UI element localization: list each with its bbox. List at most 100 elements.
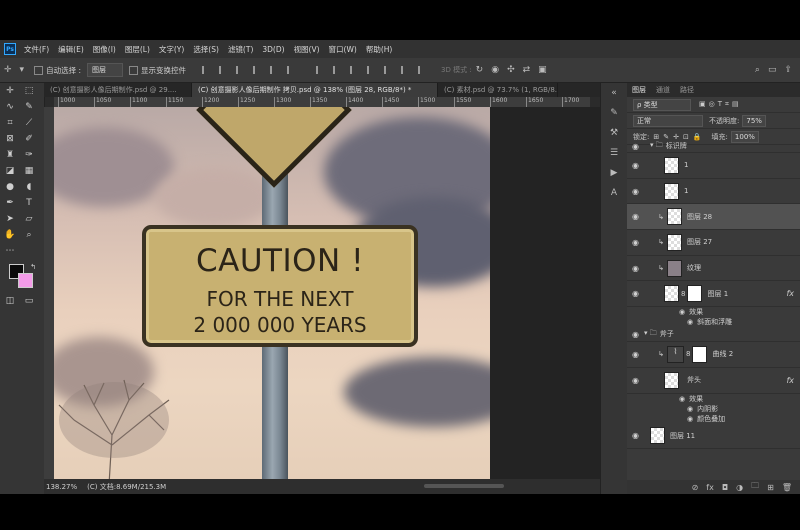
eye-icon[interactable]: ◉: [632, 142, 642, 151]
layer-row[interactable]: ◉ ↳ ⌇ 8 曲线 2: [627, 342, 800, 368]
layer-row-selected[interactable]: ◉ ↳ 图层 28: [627, 204, 800, 231]
screen-mode-icon[interactable]: ▭: [22, 295, 36, 307]
align-vcenter-icon[interactable]: [219, 66, 228, 74]
eye-icon[interactable]: ◉: [632, 161, 642, 170]
fx-icon[interactable]: fx: [786, 376, 794, 385]
tab-layers[interactable]: 图层: [627, 85, 651, 95]
distribute-bottom-icon[interactable]: [350, 66, 359, 74]
eye-icon[interactable]: ◉: [679, 308, 685, 316]
new-layer-icon[interactable]: ⊞: [767, 483, 774, 492]
eye-icon[interactable]: ◉: [632, 431, 642, 440]
history-brush-tool-icon[interactable]: ✑: [22, 149, 36, 161]
distribute-vcenter-icon[interactable]: [333, 66, 342, 74]
layer-row[interactable]: ◉ 1: [627, 179, 800, 205]
auto-align-icon[interactable]: [418, 66, 427, 74]
menu-window[interactable]: 窗口(W): [329, 44, 357, 55]
tab-document-1[interactable]: (C) 创意摄影人像后期制作.psd @ 29....: [44, 83, 192, 97]
menu-edit[interactable]: 编辑(E): [58, 44, 84, 55]
opacity-input[interactable]: 75%: [742, 114, 766, 127]
menu-file[interactable]: 文件(F): [24, 44, 49, 55]
roll-3d-icon[interactable]: ◉: [491, 65, 499, 75]
zoom-tool-icon[interactable]: ⌕: [22, 229, 36, 241]
layer-row[interactable]: ◉ ↳ 纹理: [627, 256, 800, 282]
menu-help[interactable]: 帮助(H): [366, 44, 393, 55]
eraser-tool-icon[interactable]: ◪: [3, 165, 17, 177]
distribute-hcenter-icon[interactable]: [384, 66, 393, 74]
align-left-icon[interactable]: [253, 66, 262, 74]
blend-mode-dropdown[interactable]: 正常: [633, 114, 703, 127]
marquee-tool-icon[interactable]: ⬚: [22, 85, 36, 97]
share-icon[interactable]: ⇪: [784, 65, 792, 75]
layer-filter-dropdown[interactable]: ρ 类型: [633, 98, 691, 111]
distribute-left-icon[interactable]: [367, 66, 376, 74]
dodge-tool-icon[interactable]: ◖: [22, 181, 36, 193]
type-tool-icon[interactable]: T: [22, 197, 36, 209]
move-tool-icon[interactable]: ✛: [3, 85, 17, 97]
filter-icons[interactable]: ▣◎T⌗▤: [699, 100, 742, 109]
hand-tool-icon[interactable]: ✋: [3, 229, 17, 241]
collapse-icon[interactable]: «: [608, 87, 620, 99]
menu-image[interactable]: 图像(I): [93, 44, 116, 55]
adjustment-layer-icon[interactable]: ◑: [736, 483, 743, 492]
eyedropper-tool-icon[interactable]: ⟋: [22, 117, 36, 129]
workspace-icon[interactable]: ▭: [768, 65, 777, 75]
layer-row[interactable]: ◉ 斧头 fx: [627, 368, 800, 394]
eye-icon[interactable]: ◉: [632, 264, 642, 273]
menu-type[interactable]: 文字(Y): [159, 44, 184, 55]
scale-3d-icon[interactable]: ▣: [538, 65, 547, 75]
eye-icon[interactable]: ◉: [632, 187, 642, 196]
shape-tool-icon[interactable]: ▱: [22, 213, 36, 225]
align-top-icon[interactable]: [202, 66, 211, 74]
eye-icon[interactable]: ◉: [632, 376, 642, 385]
slide-3d-icon[interactable]: ⇄: [523, 65, 531, 75]
eye-icon[interactable]: ◉: [687, 415, 693, 423]
layer-row[interactable]: ◉ 1: [627, 153, 800, 179]
layer-row[interactable]: ◉ 图层 11: [627, 424, 800, 450]
horizontal-scrollbar[interactable]: [424, 484, 504, 488]
tab-channels[interactable]: 通道: [651, 85, 675, 95]
eye-icon[interactable]: ◉: [632, 212, 642, 221]
canvas-area[interactable]: CAUTION ! FOR THE NEXT 2 000 000 YEARS: [54, 107, 600, 479]
move-tool-icon[interactable]: ✛: [4, 65, 12, 75]
align-bottom-icon[interactable]: [236, 66, 245, 74]
eye-icon[interactable]: ◉: [632, 330, 642, 339]
lasso-tool-icon[interactable]: ∿: [3, 101, 17, 113]
tab-document-2[interactable]: (C) 创意摄影人像后期制作 拷贝.psd @ 138% (图层 28, RGB…: [192, 83, 438, 97]
orbit-3d-icon[interactable]: ↻: [476, 65, 484, 75]
quick-select-tool-icon[interactable]: ✎: [22, 101, 36, 113]
crop-tool-icon[interactable]: ⌗: [3, 117, 17, 129]
brush-tool-icon[interactable]: ✐: [22, 133, 36, 145]
menu-view[interactable]: 视图(V): [294, 44, 320, 55]
menu-select[interactable]: 选择(S): [193, 44, 219, 55]
search-icon[interactable]: ⌕: [755, 65, 760, 75]
fx-icon[interactable]: fx: [786, 289, 794, 298]
character-icon[interactable]: A: [608, 187, 620, 199]
quick-mask-icon[interactable]: ◫: [3, 295, 17, 307]
stamp-tool-icon[interactable]: ♜: [3, 149, 17, 161]
trash-icon[interactable]: 🗑: [782, 483, 792, 492]
align-right-icon[interactable]: [287, 66, 296, 74]
auto-select-checkbox[interactable]: [34, 65, 44, 75]
layer-group-axe[interactable]: ◉ ▾ 🗀 斧子: [627, 327, 800, 343]
pan-3d-icon[interactable]: ✣: [507, 65, 515, 75]
align-hcenter-icon[interactable]: [270, 66, 279, 74]
swap-colors-icon[interactable]: ↰: [26, 261, 40, 273]
background-color-swatch[interactable]: [18, 273, 33, 288]
eye-icon[interactable]: ◉: [687, 405, 693, 413]
properties-icon[interactable]: ☰: [608, 147, 620, 159]
distribute-top-icon[interactable]: [316, 66, 325, 74]
zoom-level[interactable]: 138.27%: [46, 483, 77, 491]
brush-settings-icon[interactable]: ✎: [608, 107, 620, 119]
layer-row[interactable]: ◉ 8 图层 1 fx: [627, 281, 800, 308]
add-mask-icon[interactable]: ◘: [722, 483, 728, 492]
layer-group-sign[interactable]: ◉ ▾ 🗀 标识牌: [627, 140, 800, 153]
eye-icon[interactable]: ◉: [632, 238, 642, 247]
tool-presets-icon[interactable]: ⚒: [608, 127, 620, 139]
eye-icon[interactable]: ◉: [632, 350, 642, 359]
menu-layer[interactable]: 图层(L): [125, 44, 150, 55]
gradient-tool-icon[interactable]: ▦: [22, 165, 36, 177]
frame-tool-icon[interactable]: ⊠: [3, 133, 17, 145]
tab-paths[interactable]: 路径: [675, 85, 699, 95]
actions-play-icon[interactable]: ▶: [608, 167, 620, 179]
chevron-down-icon[interactable]: ▾: [20, 65, 25, 75]
